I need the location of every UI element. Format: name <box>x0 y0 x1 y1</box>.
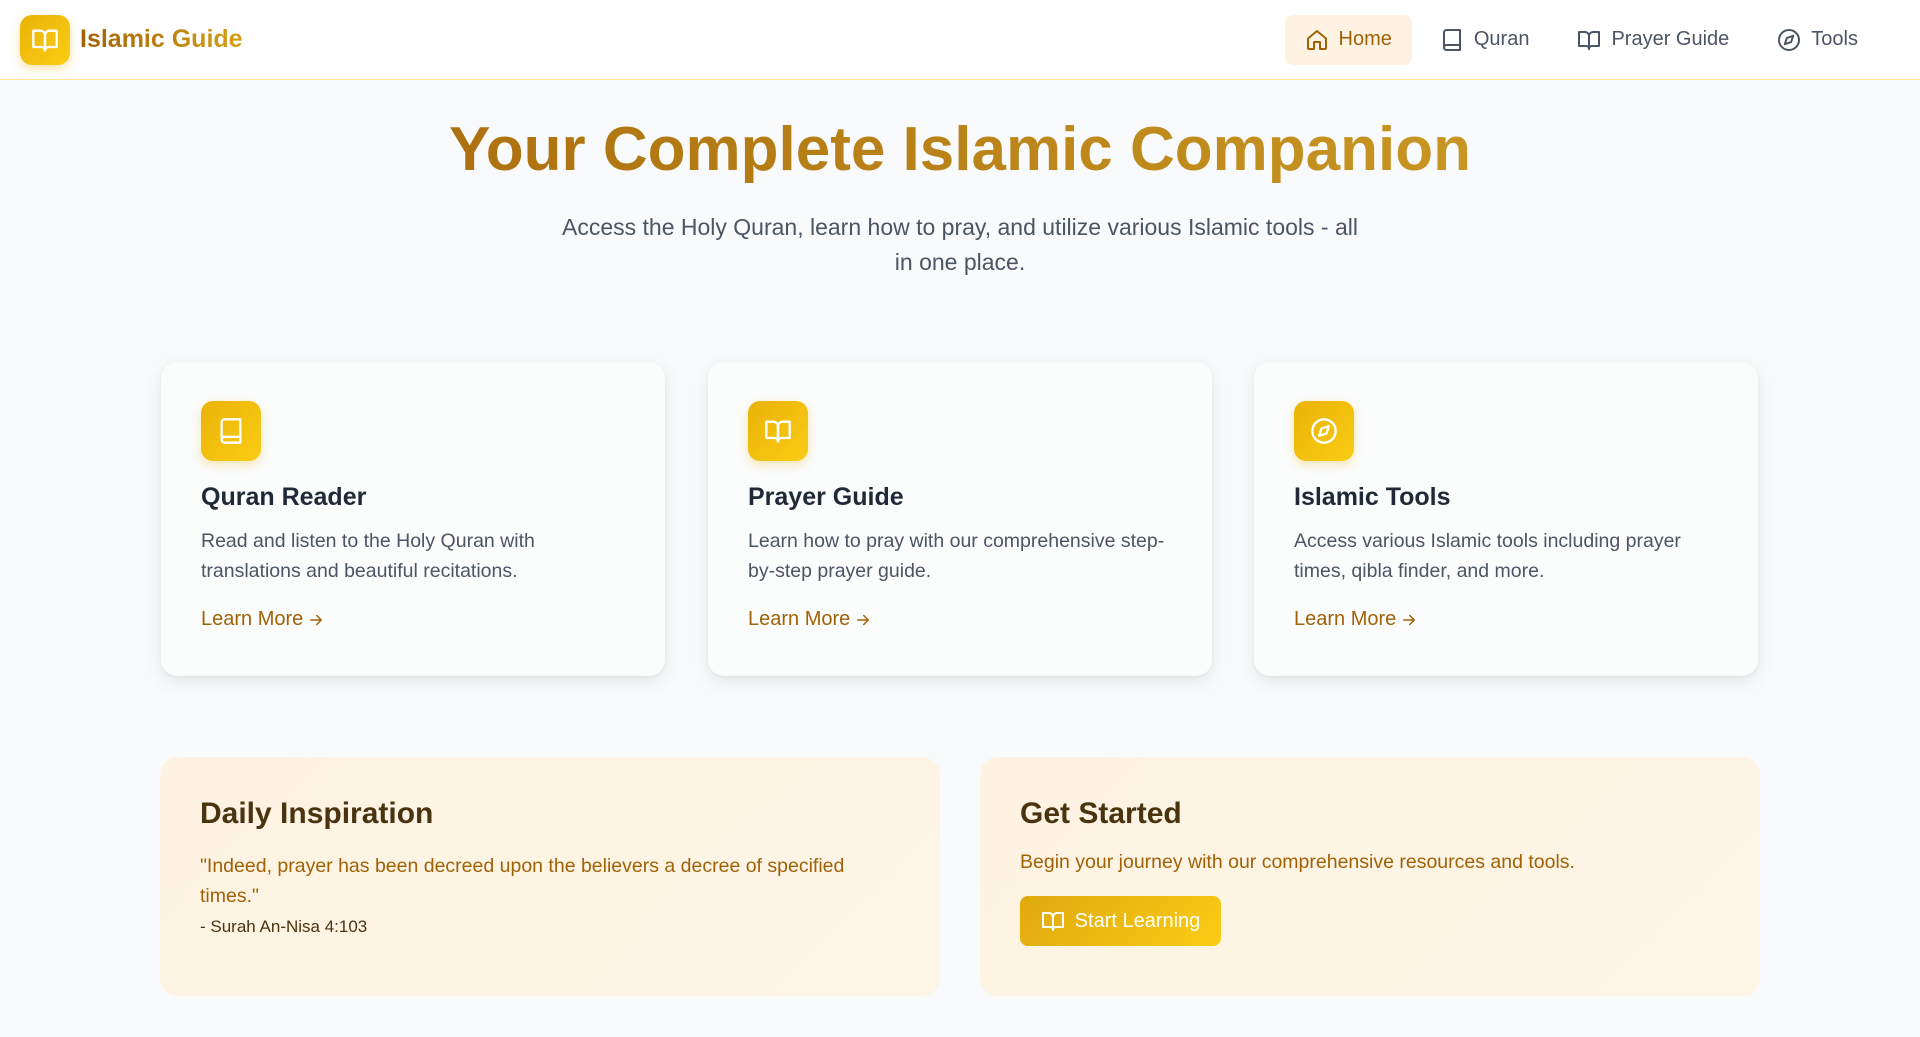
daily-inspiration-panel: Daily Inspiration "Indeed, prayer has be… <box>160 757 940 996</box>
start-learning-label: Start Learning <box>1074 909 1201 932</box>
inspiration-quote: "Indeed, prayer has been decreed upon th… <box>200 855 845 907</box>
learn-more-link[interactable]: Learn More <box>201 608 325 631</box>
card-title: Quran Reader <box>201 483 367 511</box>
nav-label: Tools <box>1811 28 1858 50</box>
nav-item-tools[interactable]: Tools <box>1757 15 1878 65</box>
nav-label: Quran <box>1473 28 1530 50</box>
home-icon <box>1306 29 1327 50</box>
learn-more-label: Learn More <box>201 608 304 630</box>
card-description: Access various Islamic tools including p… <box>1294 530 1681 582</box>
learn-more-label: Learn More <box>1294 608 1397 630</box>
nav-item-quran[interactable]: Quran <box>1420 15 1550 65</box>
get-started-description: Begin your journey with our comprehensiv… <box>1020 851 1575 873</box>
arrow-right-icon <box>1403 614 1416 625</box>
card-description: Learn how to pray with our comprehensive… <box>748 530 1165 582</box>
quote-source: - Surah An-Nisa 4:103 <box>200 917 368 936</box>
brand-name: Islamic Guide <box>80 25 243 53</box>
book-open-icon <box>20 14 70 65</box>
nav-item-home[interactable]: Home <box>1284 14 1412 65</box>
panel-title: Daily Inspiration <box>200 797 434 830</box>
card-title: Prayer Guide <box>748 483 904 511</box>
learn-more-label: Learn More <box>748 608 851 630</box>
compass-icon <box>1778 28 1801 51</box>
book-icon <box>201 401 261 461</box>
get-started-panel: Get Started Begin your journey with our … <box>980 757 1760 996</box>
top-navbar: Islamic Guide Home Quran Prayer Guide To… <box>0 0 1920 80</box>
page-subtitle: Access the Holy Quran, learn how to pray… <box>562 214 1358 275</box>
feature-card-quran-reader: Quran Reader Read and listen to the Holy… <box>161 362 665 676</box>
card-title: Islamic Tools <box>1294 483 1451 511</box>
book-open-icon <box>748 401 808 461</box>
arrow-right-icon <box>310 614 323 625</box>
feature-card-prayer-guide: Prayer Guide Learn how to pray with our … <box>708 362 1212 676</box>
nav-label: Prayer Guide <box>1611 28 1730 50</box>
book-open-icon <box>1578 30 1601 50</box>
learn-more-link[interactable]: Learn More <box>1294 608 1418 631</box>
nav-item-prayer-guide[interactable]: Prayer Guide <box>1557 15 1749 65</box>
card-description: Read and listen to the Holy Quran with t… <box>201 530 535 582</box>
feature-card-islamic-tools: Islamic Tools Access various Islamic too… <box>1254 362 1758 676</box>
brand[interactable]: Islamic Guide <box>20 14 243 65</box>
compass-icon <box>1294 401 1354 461</box>
book-open-icon <box>1041 912 1064 931</box>
page-title: Your Complete Islamic Companion <box>0 112 1920 188</box>
book-icon <box>1442 28 1461 51</box>
arrow-right-icon <box>857 614 870 625</box>
panel-title: Get Started <box>1020 797 1182 830</box>
nav-label: Home <box>1338 28 1392 50</box>
start-learning-button[interactable]: Start Learning <box>1020 896 1221 946</box>
learn-more-link[interactable]: Learn More <box>748 608 872 631</box>
main-nav: Home Quran Prayer Guide Tools <box>1284 14 1879 65</box>
